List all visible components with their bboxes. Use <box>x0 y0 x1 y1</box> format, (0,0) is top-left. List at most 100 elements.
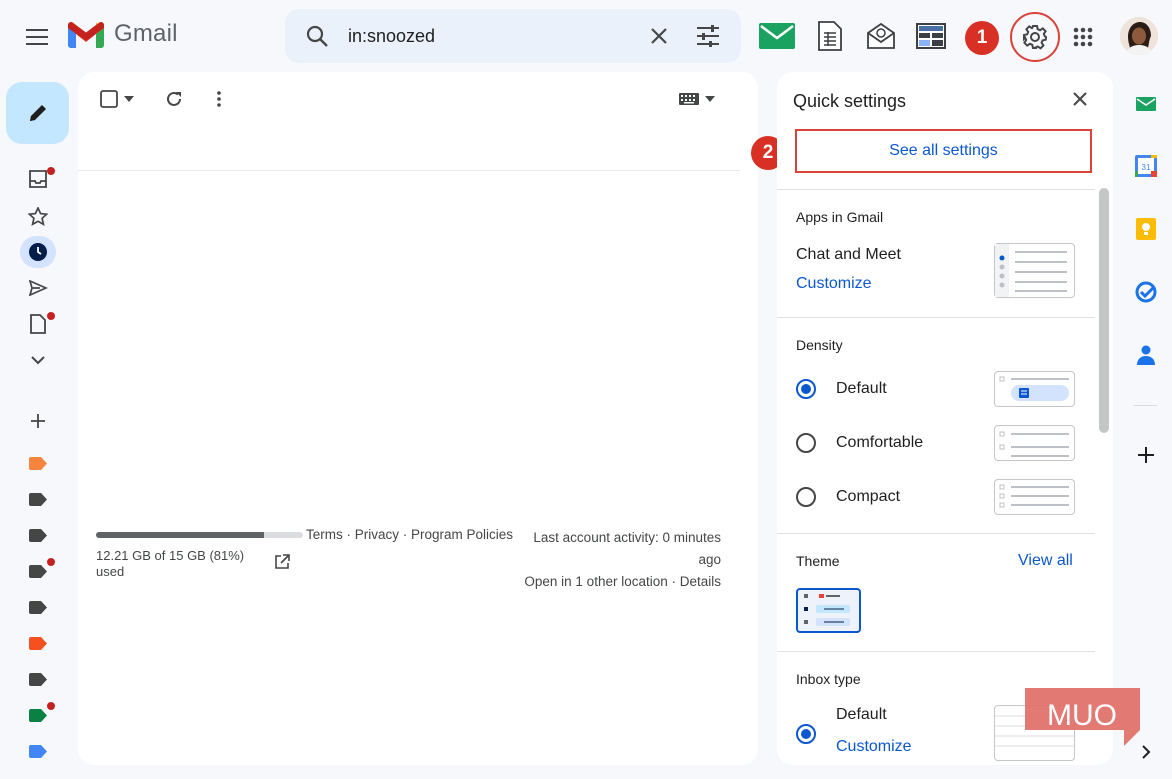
muo-logo-icon: MUO <box>1025 688 1140 746</box>
activity-details-link[interactable]: Open in 1 other location · Details <box>501 571 721 593</box>
gear-icon <box>1023 25 1048 50</box>
density-default-radio[interactable] <box>796 379 816 399</box>
nav-snoozed[interactable] <box>20 236 56 268</box>
nav-more[interactable] <box>20 344 56 376</box>
message-list-panel: 12.21 GB of 15 GB (81%) used Terms · Pri… <box>78 72 758 765</box>
close-icon[interactable] <box>1071 90 1089 108</box>
send-icon <box>28 280 48 296</box>
label-blue[interactable] <box>20 735 56 767</box>
account-avatar[interactable] <box>1120 17 1158 55</box>
search-options-icon[interactable] <box>696 25 720 47</box>
inbox-icon <box>29 170 47 188</box>
caret-down-icon <box>705 96 715 102</box>
label-gray-4[interactable] <box>20 591 56 623</box>
plus-icon <box>31 414 45 428</box>
side-gmail-button[interactable] <box>1130 88 1162 120</box>
side-contacts-button[interactable] <box>1130 339 1162 371</box>
user-photo-icon <box>1120 17 1158 55</box>
apps-in-gmail-label: Apps in Gmail <box>796 209 884 225</box>
document-list-icon <box>818 21 842 51</box>
more-vert-icon <box>217 91 221 107</box>
main-menu-button[interactable] <box>18 18 56 56</box>
quick-settings-scrollbar[interactable] <box>1099 188 1109 433</box>
layout-template-icon <box>916 23 946 49</box>
chevron-down-icon <box>31 355 45 364</box>
density-comfortable-label: Comfortable <box>836 434 924 451</box>
nav-drafts[interactable] <box>20 308 56 340</box>
nav-starred[interactable] <box>20 200 56 232</box>
footer-policy-links[interactable]: Terms · Privacy · Program Policies <box>306 527 513 542</box>
label-tag-icon <box>29 636 47 650</box>
section-divider <box>777 317 1095 318</box>
density-label: Density <box>796 337 843 353</box>
density-comfortable-radio[interactable] <box>796 433 816 453</box>
chevron-right-icon <box>1141 745 1150 759</box>
theme-preview-icon <box>804 594 850 626</box>
activity-line-2: ago <box>698 552 721 567</box>
chat-meet-label: Chat and Meet <box>796 246 901 263</box>
section-divider <box>777 189 1095 190</box>
compact-density-preview-icon <box>999 484 1069 508</box>
green-envelope-icon <box>759 23 795 49</box>
extension-open-mail-button[interactable] <box>863 18 899 54</box>
google-apps-button[interactable] <box>1066 20 1100 54</box>
label-tag-icon <box>29 672 47 686</box>
clock-icon <box>29 243 47 261</box>
see-all-settings-button[interactable]: See all settings <box>795 129 1092 173</box>
star-icon <box>28 206 48 226</box>
label-tag-icon <box>29 492 47 506</box>
inbox-type-label: Inbox type <box>796 671 861 687</box>
inbox-type-default-label: Default <box>836 706 887 723</box>
nav-inbox[interactable] <box>20 163 56 195</box>
label-green[interactable] <box>20 699 56 731</box>
input-tools-button[interactable] <box>676 88 718 110</box>
theme-label: Theme <box>796 553 840 569</box>
checkbox-icon <box>100 90 118 108</box>
refresh-button[interactable] <box>162 88 186 110</box>
search-bar[interactable] <box>285 9 741 63</box>
callout-badge-1: 1 <box>965 21 999 55</box>
unread-dot <box>47 167 55 175</box>
more-options-button[interactable] <box>208 88 230 110</box>
side-keep-button[interactable] <box>1130 213 1162 245</box>
extension-mail-button[interactable] <box>759 18 795 54</box>
person-icon <box>1137 345 1155 365</box>
inbox-type-customize-link[interactable]: Customize <box>836 738 912 756</box>
extension-layout-button[interactable] <box>913 18 949 54</box>
tasks-check-icon <box>1135 281 1157 303</box>
density-compact-radio[interactable] <box>796 487 816 507</box>
gmail-logo[interactable]: Gmail <box>68 20 178 48</box>
label-tag-icon <box>29 564 47 578</box>
side-add-addon-button[interactable] <box>1130 439 1162 471</box>
label-red[interactable] <box>20 627 56 659</box>
unread-dot <box>47 558 55 566</box>
clear-search-icon[interactable] <box>649 26 669 46</box>
label-gray-1[interactable] <box>20 483 56 515</box>
nav-sent[interactable] <box>20 272 56 304</box>
create-label-button[interactable] <box>20 405 56 437</box>
theme-view-all-link[interactable]: View all <box>1018 552 1073 570</box>
select-checkbox-dropdown[interactable] <box>96 88 138 110</box>
open-envelope-icon <box>867 22 895 49</box>
extension-document-button[interactable] <box>812 18 848 54</box>
label-tag-icon <box>29 528 47 542</box>
density-default-label: Default <box>836 380 887 397</box>
settings-button[interactable] <box>1010 12 1060 62</box>
label-gray-5[interactable] <box>20 663 56 695</box>
side-calendar-button[interactable]: 31 <box>1130 150 1162 182</box>
keep-bulb-icon <box>1136 218 1156 240</box>
label-gray-2[interactable] <box>20 519 56 551</box>
activity-line-1: Last account activity: 0 minutes <box>533 530 721 545</box>
side-tasks-button[interactable] <box>1130 276 1162 308</box>
chat-meet-customize-link[interactable]: Customize <box>796 275 872 293</box>
label-gray-3[interactable] <box>20 555 56 587</box>
compose-button[interactable] <box>6 82 69 144</box>
theme-default-thumbnail[interactable] <box>796 588 861 633</box>
label-orange[interactable] <box>20 447 56 479</box>
open-in-new-icon[interactable] <box>274 554 290 570</box>
search-input[interactable] <box>348 23 648 49</box>
search-icon[interactable] <box>305 24 329 48</box>
storage-usage-fill <box>96 532 264 538</box>
inbox-type-default-radio[interactable] <box>796 724 816 744</box>
mail-icon <box>1136 97 1156 111</box>
